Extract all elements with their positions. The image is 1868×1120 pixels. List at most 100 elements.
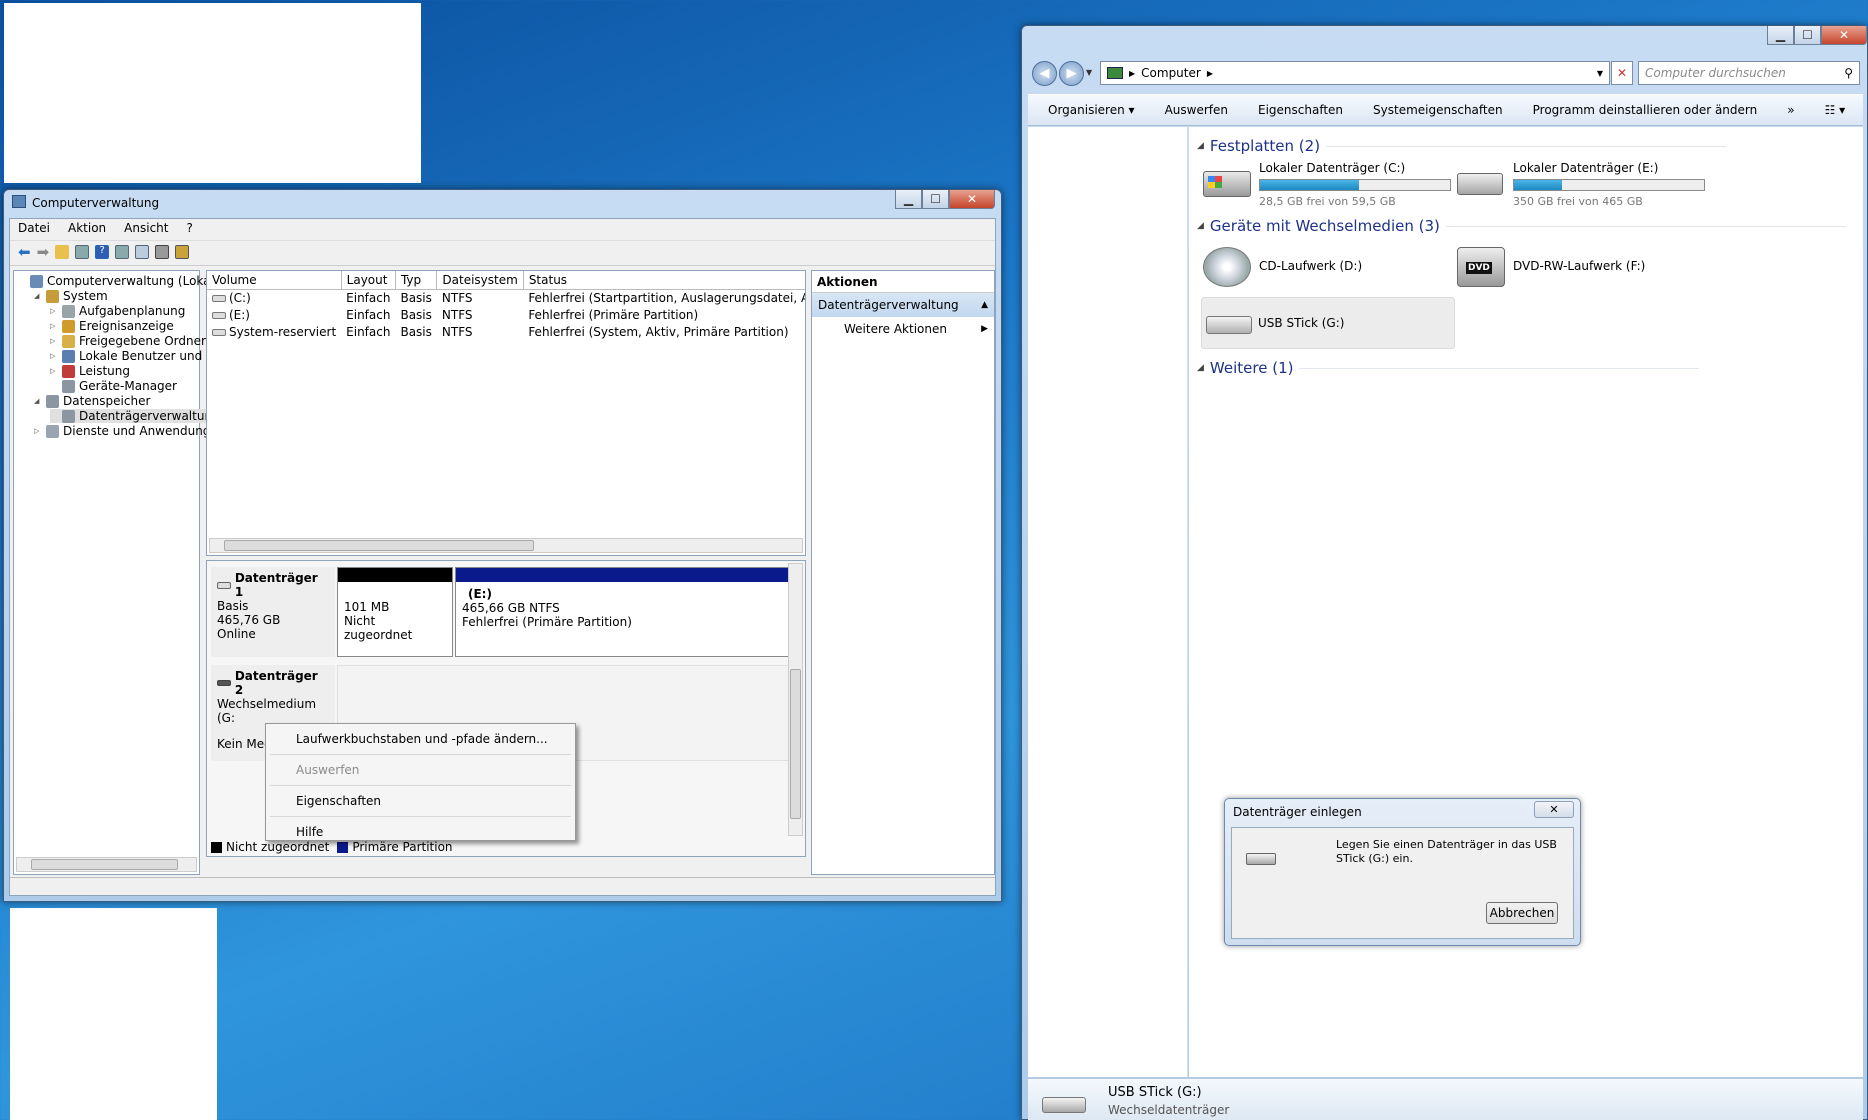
collapse-arrow-icon[interactable]: ◢ [1197, 363, 1204, 373]
menu-aktion[interactable]: Aktion [68, 221, 106, 237]
tree-item[interactable]: Geräte-Manager [50, 379, 177, 393]
group-header-removable[interactable]: ◢ Geräte mit Wechselmedien (3) [1197, 217, 1846, 235]
more-commands-button[interactable]: » [1787, 103, 1794, 117]
back-button[interactable]: ◀ [1032, 61, 1057, 86]
menu-item-help[interactable]: Hilfe [266, 817, 575, 847]
breadcrumb-computer[interactable]: Computer [1141, 66, 1201, 80]
expander-icon[interactable]: ◢ [34, 292, 42, 300]
close-button[interactable]: ✕ [1821, 26, 1867, 45]
tools-icon [46, 289, 59, 303]
column-header-status[interactable]: Status [523, 271, 805, 290]
tree-item-label: Datenspeicher [63, 394, 151, 408]
breadcrumb-separator-icon[interactable]: ▶ [1207, 69, 1213, 78]
drive-d[interactable]: CD-Laufwerk (D:) [1203, 241, 1453, 291]
drive-c[interactable]: Lokaler Datenträger (C:) 28,5 GB frei vo… [1203, 159, 1453, 211]
dialog-title: Datenträger einlegen [1233, 805, 1362, 819]
up-folder-icon[interactable] [55, 245, 70, 259]
forward-arrow-icon[interactable]: ➡ [37, 245, 50, 261]
view-options-icon[interactable]: ☷ ▾ [1825, 103, 1846, 117]
search-icon[interactable]: ⚲ [1844, 66, 1853, 80]
scrollbar-thumb[interactable] [790, 669, 801, 819]
tree-item[interactable]: ▷ Ereignisanzeige [50, 319, 174, 333]
menu-item-properties[interactable]: Eigenschaften [266, 786, 575, 816]
tree-item[interactable]: ▷ Leistung [50, 364, 130, 378]
group-header-hard-disks[interactable]: ◢ Festplatten (2) [1197, 137, 1727, 155]
properties-button[interactable]: Eigenschaften [1258, 103, 1343, 117]
tree-item[interactable]: ▷ Aufgabenplanung [50, 304, 185, 318]
expander-icon[interactable]: ◢ [34, 397, 42, 405]
column-header-layout[interactable]: Layout [341, 271, 396, 290]
tree-horizontal-scrollbar[interactable] [16, 857, 197, 872]
scrollbar-thumb[interactable] [31, 859, 178, 870]
address-bar[interactable]: ▶ Computer ▶ ▼ [1100, 61, 1610, 85]
system-properties-button[interactable]: Systemeigenschaften [1373, 103, 1503, 117]
drive-f[interactable]: DVD DVD-RW-Laufwerk (F:) [1457, 241, 1707, 291]
eject-button[interactable]: Auswerfen [1165, 103, 1228, 117]
title-bar[interactable]: Computerverwaltung ▁ ☐ ✕ [4, 190, 1001, 214]
volume-list-horizontal-scrollbar[interactable] [209, 538, 803, 553]
minimize-button[interactable]: ▁ [1767, 26, 1794, 45]
tree-item[interactable]: ▷ Dienste und Anwendungen [34, 424, 225, 438]
cancel-button[interactable]: Abbrechen [1486, 902, 1558, 924]
breadcrumb-separator-icon[interactable]: ▶ [1129, 69, 1135, 78]
show-hide-action-pane-icon[interactable] [115, 245, 130, 259]
maximize-button[interactable]: ☐ [1794, 26, 1821, 45]
table-row[interactable]: (E:) Einfach Basis NTFS Fehlerfrei (Prim… [207, 306, 805, 323]
tree-item[interactable]: ◢ System [34, 289, 108, 303]
settings-icon[interactable] [175, 245, 190, 259]
refresh-icon[interactable] [135, 245, 150, 259]
menu-ansicht[interactable]: Ansicht [124, 221, 168, 237]
maximize-button[interactable]: ☐ [922, 190, 949, 209]
partition-unallocated[interactable]: 101 MB Nicht zugeordnet [337, 567, 453, 657]
scrollbar-thumb[interactable] [224, 540, 534, 551]
back-arrow-icon[interactable]: ⬅ [18, 245, 31, 261]
uninstall-program-button[interactable]: Programm deinstallieren oder ändern [1533, 103, 1758, 117]
action-more-actions[interactable]: Weitere Aktionen ▶ [812, 317, 994, 341]
refresh-button[interactable]: ✕ [1611, 61, 1633, 85]
dialog-close-button[interactable]: ✕ [1534, 801, 1574, 818]
drive-e[interactable]: Lokaler Datenträger (E:) 350 GB frei von… [1457, 159, 1707, 211]
drive-c-usage-bar [1259, 179, 1451, 191]
tree-item[interactable]: ◢ Datenspeicher [34, 394, 150, 408]
minimize-button[interactable]: ▁ [895, 190, 922, 209]
expander-icon[interactable]: ▷ [34, 427, 42, 435]
recent-pages-dropdown-icon[interactable]: ▼ [1086, 68, 1092, 77]
search-box[interactable]: Computer durchsuchen ⚲ [1638, 61, 1860, 85]
drive-free-space: 350 GB frei von 465 GB [1513, 195, 1643, 208]
disk-view-vertical-scrollbar[interactable] [788, 563, 803, 836]
disk1-label[interactable]: Datenträger 1 Basis 465,76 GB Online [211, 567, 335, 657]
menu-item-change-drive-letter[interactable]: Laufwerkbuchstaben und -pfade ändern... [266, 724, 575, 754]
expander-icon[interactable]: ▷ [50, 307, 58, 315]
expander-icon[interactable]: ▷ [50, 352, 58, 360]
tree-item[interactable]: Datenträgerverwaltung [50, 409, 220, 423]
expander-icon[interactable]: ▷ [50, 337, 58, 345]
collapse-icon[interactable]: ▲ [981, 300, 988, 310]
column-header-volume[interactable]: Volume [207, 271, 342, 290]
properties-icon[interactable] [155, 245, 170, 259]
column-header-dateisystem[interactable]: Dateisystem [436, 271, 524, 290]
address-dropdown-icon[interactable]: ▼ [1597, 69, 1603, 78]
actions-section-disk-management[interactable]: Datenträgerverwaltung ▲ [812, 293, 994, 317]
tree-item[interactable]: ▷ Freigegebene Ordner [50, 334, 206, 348]
table-row[interactable]: (C:) Einfach Basis NTFS Fehlerfrei (Star… [207, 289, 805, 306]
table-row[interactable]: System-reserviert Einfach Basis NTFS Feh… [207, 323, 805, 340]
column-header-typ[interactable]: Typ [395, 271, 438, 290]
menu-help[interactable]: ? [186, 221, 192, 237]
show-hide-tree-icon[interactable] [75, 245, 90, 259]
expander-icon[interactable]: ▷ [50, 322, 58, 330]
help-icon[interactable]: ? [95, 245, 110, 259]
menu-datei[interactable]: Datei [18, 221, 50, 237]
expander-icon[interactable]: ▷ [50, 367, 58, 375]
collapse-arrow-icon[interactable]: ◢ [1197, 141, 1204, 151]
drive-g[interactable]: USB STick (G:) [1201, 297, 1455, 349]
details-pane: USB STick (G:) Wechseldatenträger [1028, 1078, 1863, 1120]
close-button[interactable]: ✕ [949, 190, 995, 209]
tree-item[interactable]: ▷ Lokale Benutzer und Gr [50, 349, 220, 363]
collapse-arrow-icon[interactable]: ◢ [1197, 221, 1204, 231]
partition-e[interactable]: (E:) 465,66 GB NTFS Fehlerfrei (Primäre … [455, 567, 793, 657]
organize-button[interactable]: Organisieren ▾ [1048, 103, 1135, 117]
forward-button[interactable]: ▶ [1059, 61, 1084, 86]
tree-item[interactable]: Computerverwaltung (Lokal) [18, 274, 219, 288]
group-header-other[interactable]: ◢ Weitere (1) [1197, 359, 1700, 377]
users-icon [62, 349, 75, 363]
